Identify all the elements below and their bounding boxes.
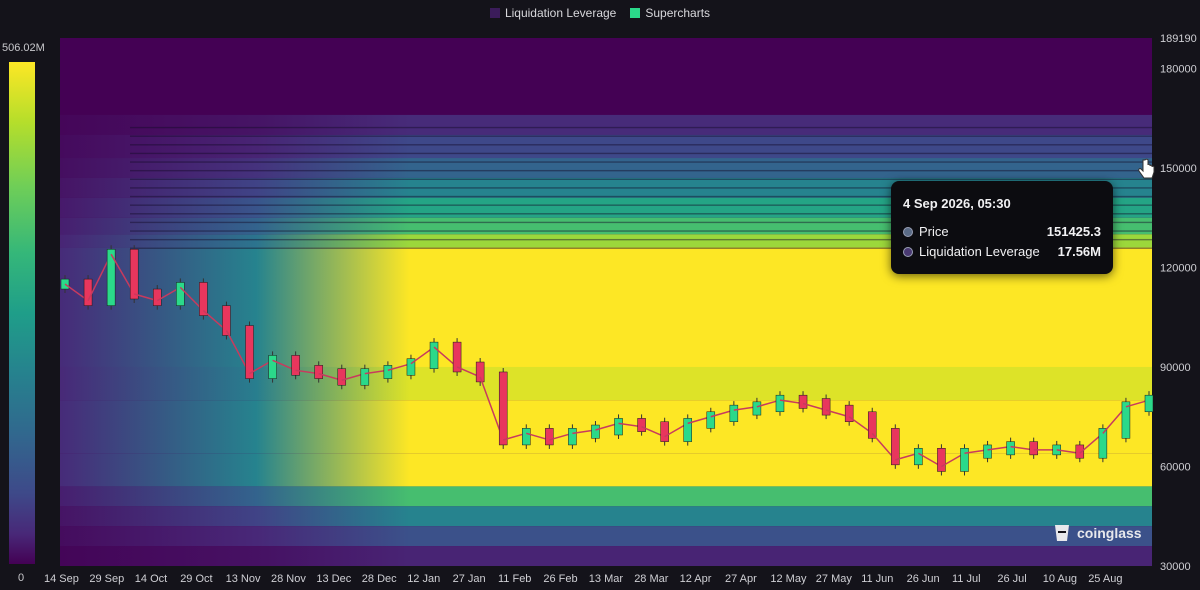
heatmap-streak [130,152,1152,155]
heatmap-chart[interactable]: 189190 180000 150000 120000 90000 60000 30000 1… [0,0,1200,590]
heatmap-band [60,546,1152,566]
x-tick-label: 14 Sep [44,573,79,585]
watermark-text: coinglass [1077,525,1142,541]
price-candle [383,365,393,379]
x-tick-label: 27 Apr [725,573,757,585]
x-tick-label: 12 Apr [680,573,712,585]
price-candle [706,411,716,429]
price-candle [983,444,992,459]
price-candle [798,394,808,409]
y-tick-label: 120000 [1160,262,1197,274]
price-candle [429,341,439,369]
price-candle [937,448,946,472]
price-candle [1144,394,1154,413]
price-candle [568,428,577,446]
tooltip-price-value: 151425.3 [1046,224,1101,239]
x-tick-label: 26 Jun [907,573,940,585]
heatmap-streak [130,169,1152,172]
tooltip-price-label: Price [919,224,949,239]
heatmap-streak [130,144,1152,146]
price-candle [660,421,669,442]
price-candle [775,394,785,413]
y-tick-label: 150000 [1160,163,1197,175]
price-candle [1006,441,1015,456]
heatmap-band [60,366,1152,401]
price-candle [729,404,739,422]
coinglass-watermark: coinglass [1052,522,1142,544]
x-tick-label: 27 Jan [453,573,486,585]
tooltip-leverage-dot [903,246,913,257]
x-tick-label: 26 Jul [997,573,1026,585]
x-tick-label: 11 Jun [861,573,893,585]
price-candle [821,398,831,416]
heatmap-band [60,506,1152,527]
x-tick-label: 13 Dec [316,573,351,585]
price-candle [752,401,762,416]
tooltip-leverage-label: Liquidation Leverage [919,244,1040,259]
y-tick-label: 60000 [1160,461,1191,473]
x-tick-label: 28 Mar [634,573,669,585]
price-candle [337,368,347,386]
x-tick-label: 25 Aug [1088,573,1122,585]
x-tick-label: 27 May [816,573,853,585]
heatmap-band [60,158,1152,178]
heatmap-band [60,134,1152,159]
price-candle [960,448,969,472]
x-tick-label: 26 Feb [543,573,577,585]
price-candle [176,282,185,306]
x-tick-label: 11 Feb [498,573,531,585]
price-candle [591,424,600,439]
x-tick-label: 11 Jul [952,573,981,585]
price-candle [245,325,254,379]
y-tick-label: 189190 [1160,33,1197,45]
heatmap-band [60,38,1152,115]
heatmap-band [60,526,1152,547]
x-tick-label: 10 Aug [1043,573,1077,585]
price-candle [314,365,323,379]
tooltip-date: 4 Sep 2026, 05:30 [903,196,1011,211]
price-candle [291,355,300,376]
tooltip-row-price: Price 151425.3 [903,224,1101,239]
y-tick-label: 30000 [1160,561,1191,573]
price-candle [522,428,531,446]
price-candle [268,355,277,379]
heatmap-band [60,486,1152,507]
price-candle [199,282,208,316]
y-tick-label: 90000 [1160,362,1191,374]
price-candle [153,288,162,306]
coinglass-logo-icon [1055,525,1069,541]
price-candle [129,248,139,300]
hover-tooltip: 4 Sep 2026, 05:30 Price 151425.3 Liquida… [891,181,1113,274]
y-tick-label: 180000 [1160,63,1197,75]
x-tick-label: 13 Mar [589,573,624,585]
tooltip-leverage-value: 17.56M [1057,244,1101,259]
price-candle [1121,401,1131,439]
tooltip-price-dot [903,226,913,237]
x-tick-label: 13 Nov [226,573,261,585]
price-candle [360,368,370,386]
heatmap-streak [130,126,1152,129]
x-tick-label: 14 Oct [135,573,167,585]
heatmap-streak [130,135,1152,137]
price-candle [614,418,623,436]
price-candle [498,371,508,446]
hand-cursor-icon [1138,158,1155,179]
heatmap-streak [130,178,1152,180]
x-tick-label: 28 Dec [362,573,397,585]
heatmap-streak [130,161,1152,163]
x-tick-label: 29 Sep [89,573,124,585]
price-candle [545,428,554,446]
price-candle [637,418,646,432]
x-tick-label: 12 May [770,573,807,585]
price-candle [83,278,93,306]
price-candle [1029,441,1038,456]
x-tick-label: 28 Nov [271,573,306,585]
heatmap-band [60,114,1152,135]
x-tick-label: 29 Oct [180,573,212,585]
tooltip-row-leverage: Liquidation Leverage 17.56M [903,244,1101,259]
x-tick-label: 12 Jan [407,573,440,585]
price-candle [914,448,923,466]
